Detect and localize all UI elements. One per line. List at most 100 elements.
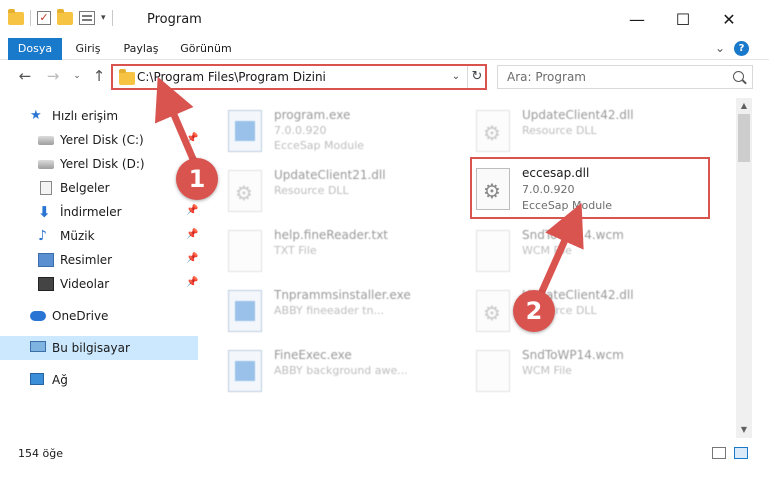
pin-icon[interactable]: 📌 bbox=[186, 133, 198, 144]
pin-icon[interactable]: 📌 bbox=[186, 229, 198, 240]
file-name: help.fineReader.txt bbox=[274, 228, 388, 242]
search-icon[interactable] bbox=[733, 71, 744, 82]
file-description: EcceSap Module bbox=[274, 139, 365, 152]
file-name: SndToWP14.wcm bbox=[522, 228, 624, 242]
file-item[interactable]: SndToWP14.wcm WCM File bbox=[470, 222, 710, 282]
file-type: WCM File bbox=[522, 244, 572, 257]
file-description: ABBY fineeader tn... bbox=[274, 304, 384, 317]
view-options-icon[interactable] bbox=[79, 11, 95, 25]
sidebar-item-music[interactable]: ♪ Müzik 📌 bbox=[0, 224, 198, 248]
sidebar-item-label: İndirmeler bbox=[60, 205, 122, 219]
file-item[interactable]: UpdateClient21.dll Resource DLL bbox=[222, 162, 462, 222]
ribbon: Dosya Giriş Paylaş Görünüm ⌄ ? bbox=[0, 38, 769, 60]
file-item[interactable]: UpdateClient42.dll Resource DLL bbox=[470, 102, 710, 162]
file-item[interactable]: UpdateClient42.dll Resource DLL bbox=[470, 282, 710, 342]
text-file-icon bbox=[228, 230, 262, 272]
gear-file-icon bbox=[476, 290, 510, 332]
sidebar-item-quick-access[interactable]: ★ Hızlı erişim bbox=[0, 104, 198, 128]
minimize-button[interactable]: — bbox=[614, 6, 660, 34]
cloud-icon bbox=[30, 311, 46, 321]
sidebar-item-local-disk-c[interactable]: Yerel Disk (C:) 📌 bbox=[0, 128, 198, 152]
app-icon bbox=[228, 350, 262, 392]
disk-icon bbox=[38, 136, 54, 145]
file-name: program.exe bbox=[274, 108, 351, 122]
gear-file-icon bbox=[476, 110, 510, 152]
item-count: 154 öğe bbox=[18, 447, 63, 460]
vertical-scrollbar[interactable]: ▲ ▼ bbox=[736, 98, 752, 438]
maximize-button[interactable]: ☐ bbox=[660, 6, 706, 34]
separator bbox=[30, 10, 31, 26]
videos-icon bbox=[38, 277, 54, 291]
blank-file-icon bbox=[476, 350, 510, 392]
search-box[interactable]: Ara: Program bbox=[497, 65, 753, 89]
recent-locations-icon[interactable]: ⌄ bbox=[66, 65, 88, 87]
music-icon: ♪ bbox=[38, 228, 47, 244]
file-item[interactable]: SndToWP14.wcm WCM File bbox=[470, 342, 710, 402]
details-view-icon[interactable] bbox=[712, 447, 726, 459]
sidebar-item-label: Videolar bbox=[60, 277, 110, 291]
file-item[interactable]: help.fineReader.txt TXT File bbox=[222, 222, 462, 282]
computer-icon bbox=[30, 341, 46, 352]
sidebar-item-videos[interactable]: Videolar 📌 bbox=[0, 272, 198, 296]
file-highlight bbox=[470, 157, 710, 219]
quick-access-toolbar: ✓ ▾ bbox=[8, 8, 113, 26]
sidebar-item-pictures[interactable]: Resimler 📌 bbox=[0, 248, 198, 272]
file-name: UpdateClient42.dll bbox=[522, 108, 634, 122]
gear-file-icon bbox=[228, 170, 262, 212]
separator bbox=[111, 10, 113, 26]
tab-home[interactable]: Giriş bbox=[68, 38, 108, 60]
sidebar-item-onedrive[interactable]: OneDrive bbox=[0, 304, 198, 328]
search-placeholder[interactable]: Ara: Program bbox=[507, 70, 586, 84]
file-name: SndToWP14.wcm bbox=[522, 348, 624, 362]
step-badge-1: 1 bbox=[176, 158, 218, 200]
file-type: WCM File bbox=[522, 364, 572, 377]
file-item[interactable]: Tnprammsinstaller.exe ABBY fineeader tn.… bbox=[222, 282, 462, 342]
sidebar-item-this-pc[interactable]: Bu bilgisayar bbox=[0, 336, 198, 360]
pin-icon[interactable]: 📌 bbox=[186, 205, 198, 216]
sidebar-item-label: Resimler bbox=[60, 253, 113, 267]
forward-button[interactable]: → bbox=[42, 65, 64, 87]
sidebar-item-label: Belgeler bbox=[60, 181, 110, 195]
close-button[interactable]: ✕ bbox=[706, 6, 752, 34]
download-icon: ⬇ bbox=[38, 203, 51, 221]
new-folder-icon[interactable] bbox=[57, 8, 73, 25]
file-item[interactable]: program.exe 7.0.0.920 EcceSap Module bbox=[222, 102, 462, 162]
ribbon-expand-icon[interactable]: ⌄ bbox=[712, 40, 728, 56]
large-icons-view-icon[interactable] bbox=[734, 447, 748, 459]
sidebar-item-label: Müzik bbox=[60, 229, 95, 243]
document-icon bbox=[40, 181, 52, 195]
app-icon bbox=[228, 290, 262, 332]
title-bar: ✓ ▾ Program — ☐ ✕ bbox=[0, 0, 769, 38]
sidebar-item-downloads[interactable]: ⬇ İndirmeler 📌 bbox=[0, 200, 198, 224]
folder-icon bbox=[8, 8, 24, 25]
up-button[interactable]: ↑ bbox=[88, 65, 110, 87]
file-version: 7.0.0.920 bbox=[274, 124, 327, 137]
back-button[interactable]: ← bbox=[14, 65, 36, 87]
tab-share[interactable]: Paylaş bbox=[118, 38, 164, 60]
properties-check-icon[interactable]: ✓ bbox=[37, 11, 51, 25]
scroll-down-icon[interactable]: ▼ bbox=[736, 422, 752, 438]
sidebar-item-network[interactable]: Ağ bbox=[0, 368, 198, 392]
pin-icon[interactable]: 📌 bbox=[186, 253, 198, 264]
scroll-up-icon[interactable]: ▲ bbox=[736, 98, 752, 114]
navigation-pane: ★ Hızlı erişim Yerel Disk (C:) 📌 Yerel D… bbox=[0, 98, 200, 438]
tab-view[interactable]: Görünüm bbox=[176, 38, 236, 60]
file-name: Tnprammsinstaller.exe bbox=[274, 288, 411, 302]
file-description: ABBY background awe... bbox=[274, 364, 408, 377]
scrollbar-thumb[interactable] bbox=[738, 114, 750, 162]
status-bar: 154 öğe bbox=[0, 440, 769, 466]
file-item[interactable]: FineExec.exe ABBY background awe... bbox=[222, 342, 462, 402]
sidebar-item-label: Hızlı erişim bbox=[52, 109, 119, 123]
disk-icon bbox=[38, 160, 54, 169]
app-icon bbox=[228, 110, 262, 152]
chevron-down-icon[interactable]: ▾ bbox=[101, 13, 106, 23]
pin-icon[interactable]: 📌 bbox=[186, 277, 198, 288]
sidebar-item-local-disk-d[interactable]: Yerel Disk (D:) 📌 bbox=[0, 152, 198, 176]
file-name: UpdateClient21.dll bbox=[274, 168, 386, 182]
help-icon[interactable]: ? bbox=[734, 41, 749, 56]
file-type: Resource DLL bbox=[522, 124, 597, 137]
address-highlight bbox=[111, 64, 487, 90]
file-name: FineExec.exe bbox=[274, 348, 352, 362]
sidebar-item-documents[interactable]: Belgeler 📌 bbox=[0, 176, 198, 200]
tab-file[interactable]: Dosya bbox=[8, 38, 62, 60]
